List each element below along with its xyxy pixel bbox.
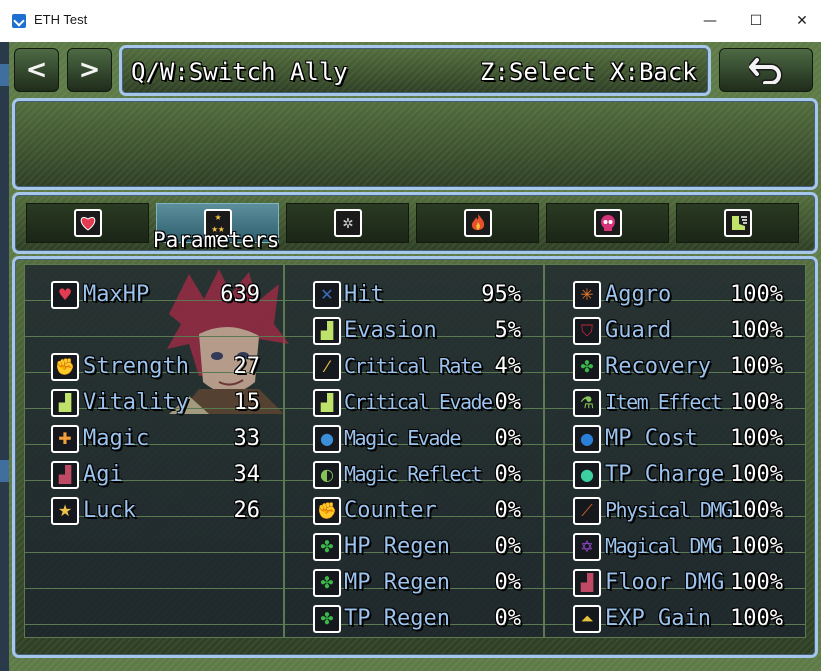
help-select-back: Z:Select X:Back (480, 58, 697, 86)
stat-label-counter: Counter (344, 498, 437, 523)
stat-value-strength: 27 (233, 354, 261, 379)
maximize-button[interactable]: ☐ (733, 0, 779, 42)
running-boot-icon (724, 209, 752, 237)
next-ally-button[interactable]: > (67, 48, 112, 92)
holy-cross-icon: ✚ (51, 425, 79, 453)
stat-value-critical-rate: 4% (494, 354, 522, 379)
app-icon (12, 14, 26, 28)
clover-icon: ✤ (313, 605, 341, 633)
sword-slash-icon: ⟋ (573, 497, 601, 525)
stat-value-tp-charge: 100% (730, 462, 783, 487)
stat-label-hit: Hit (344, 282, 384, 307)
boot-icon: ▟ (313, 389, 341, 417)
help-window: Q/W:Switch Ally Z:Select X:Back (119, 45, 711, 96)
stat-value-magic-evade: 0% (494, 426, 522, 451)
stat-value-magic: 33 (233, 426, 261, 451)
stat-label-luck: Luck (83, 498, 136, 523)
stat-value-hp-regen: 0% (494, 534, 522, 559)
stat-label-maxhp: MaxHP (83, 282, 150, 307)
tab-states[interactable] (546, 203, 669, 243)
window-titlebar: ETH Test — ☐ ✕ (0, 0, 821, 43)
minimize-button[interactable]: — (687, 0, 733, 42)
stat-value-recovery: 100% (730, 354, 783, 379)
row-separator (24, 588, 284, 589)
green-orb-icon: ● (573, 461, 601, 489)
stat-value-exp-gain: 100% (730, 606, 783, 631)
stat-value-physical-dmg: 100% (730, 498, 783, 523)
game-screen: < > Q/W:Switch Ally Z:Select X:Back ★ ★★ … (9, 42, 821, 671)
stars-icon: ★ (51, 497, 79, 525)
stat-label-guard: Guard (605, 318, 672, 343)
stat-value-tp-regen: 0% (494, 606, 522, 631)
row-separator (24, 552, 284, 553)
stat-value-evasion: 5% (494, 318, 522, 343)
stat-label-agi: Agi (83, 462, 123, 487)
shield-icon: ⛉ (573, 317, 601, 345)
stat-value-counter: 0% (494, 498, 522, 523)
stat-value-critical-evade: 0% (494, 390, 522, 415)
stat-label-evasion: Evasion (344, 318, 437, 343)
clover-icon: ✤ (313, 533, 341, 561)
tab-general[interactable] (26, 203, 149, 243)
slash-icon: ⁄ (313, 353, 341, 381)
back-button[interactable] (719, 48, 813, 92)
fist-icon: ✊ (51, 353, 79, 381)
aggro-icon: ✳ (573, 281, 601, 309)
description-window (12, 98, 818, 190)
stat-value-magic-reflect: 0% (494, 462, 522, 487)
close-button[interactable]: ✕ (779, 0, 821, 42)
help-switch-ally: Q/W:Switch Ally (131, 58, 348, 86)
back-arrow-icon (749, 56, 783, 84)
stat-value-maxhp: 639 (220, 282, 260, 307)
stat-value-floor-dmg: 100% (730, 570, 783, 595)
window-title: ETH Test (34, 12, 88, 27)
boot-icon: ▟ (573, 569, 601, 597)
potion-icon: ⚗ (573, 389, 601, 417)
boot-icon: ▟ (313, 317, 341, 345)
reflect-icon: ◐ (313, 461, 341, 489)
boot-icon: ▟ (51, 389, 79, 417)
stat-value-vitality: 15 (233, 390, 261, 415)
row-separator (24, 624, 284, 625)
stat-value-mp-regen: 0% (494, 570, 522, 595)
stat-label-magic: Magic (83, 426, 150, 451)
stat-value-guard: 100% (730, 318, 783, 343)
crossed-swords-icon: ✕ (313, 281, 341, 309)
stat-label-mp-cost: MP Cost (605, 426, 698, 451)
blue-orb-icon: ● (573, 425, 601, 453)
gear-icon: ✲ (334, 209, 362, 237)
prev-ally-button[interactable]: < (14, 48, 59, 92)
stat-label-aggro: Aggro (605, 282, 672, 307)
level-up-icon: ⏶ (573, 605, 601, 633)
fist-icon: ✊ (313, 497, 341, 525)
stat-value-item-effect: 100% (730, 390, 783, 415)
clover-icon: ✤ (573, 353, 601, 381)
stat-value-luck: 26 (233, 498, 261, 523)
background-window-edge (0, 42, 9, 671)
water-drop-icon: ● (313, 425, 341, 453)
clover-icon: ✤ (313, 569, 341, 597)
tab-equipment-traits[interactable]: ✲ (286, 203, 409, 243)
tab-parameters-label: Parameters (153, 228, 280, 252)
tab-movement[interactable] (676, 203, 799, 243)
stat-value-agi: 34 (233, 462, 261, 487)
boot-icon: ▟ (51, 461, 79, 489)
stat-value-mp-cost: 100% (730, 426, 783, 451)
skull-icon (594, 209, 622, 237)
tab-elements[interactable] (416, 203, 539, 243)
stat-value-magical-dmg: 100% (730, 534, 783, 559)
stat-value-hit: 95% (481, 282, 521, 307)
row-separator (24, 336, 284, 337)
heart-icon: ♥ (51, 281, 79, 309)
flame-icon (464, 209, 492, 237)
hexagram-icon: ✡ (573, 533, 601, 561)
stat-value-aggro: 100% (730, 282, 783, 307)
heart-icon (74, 209, 102, 237)
